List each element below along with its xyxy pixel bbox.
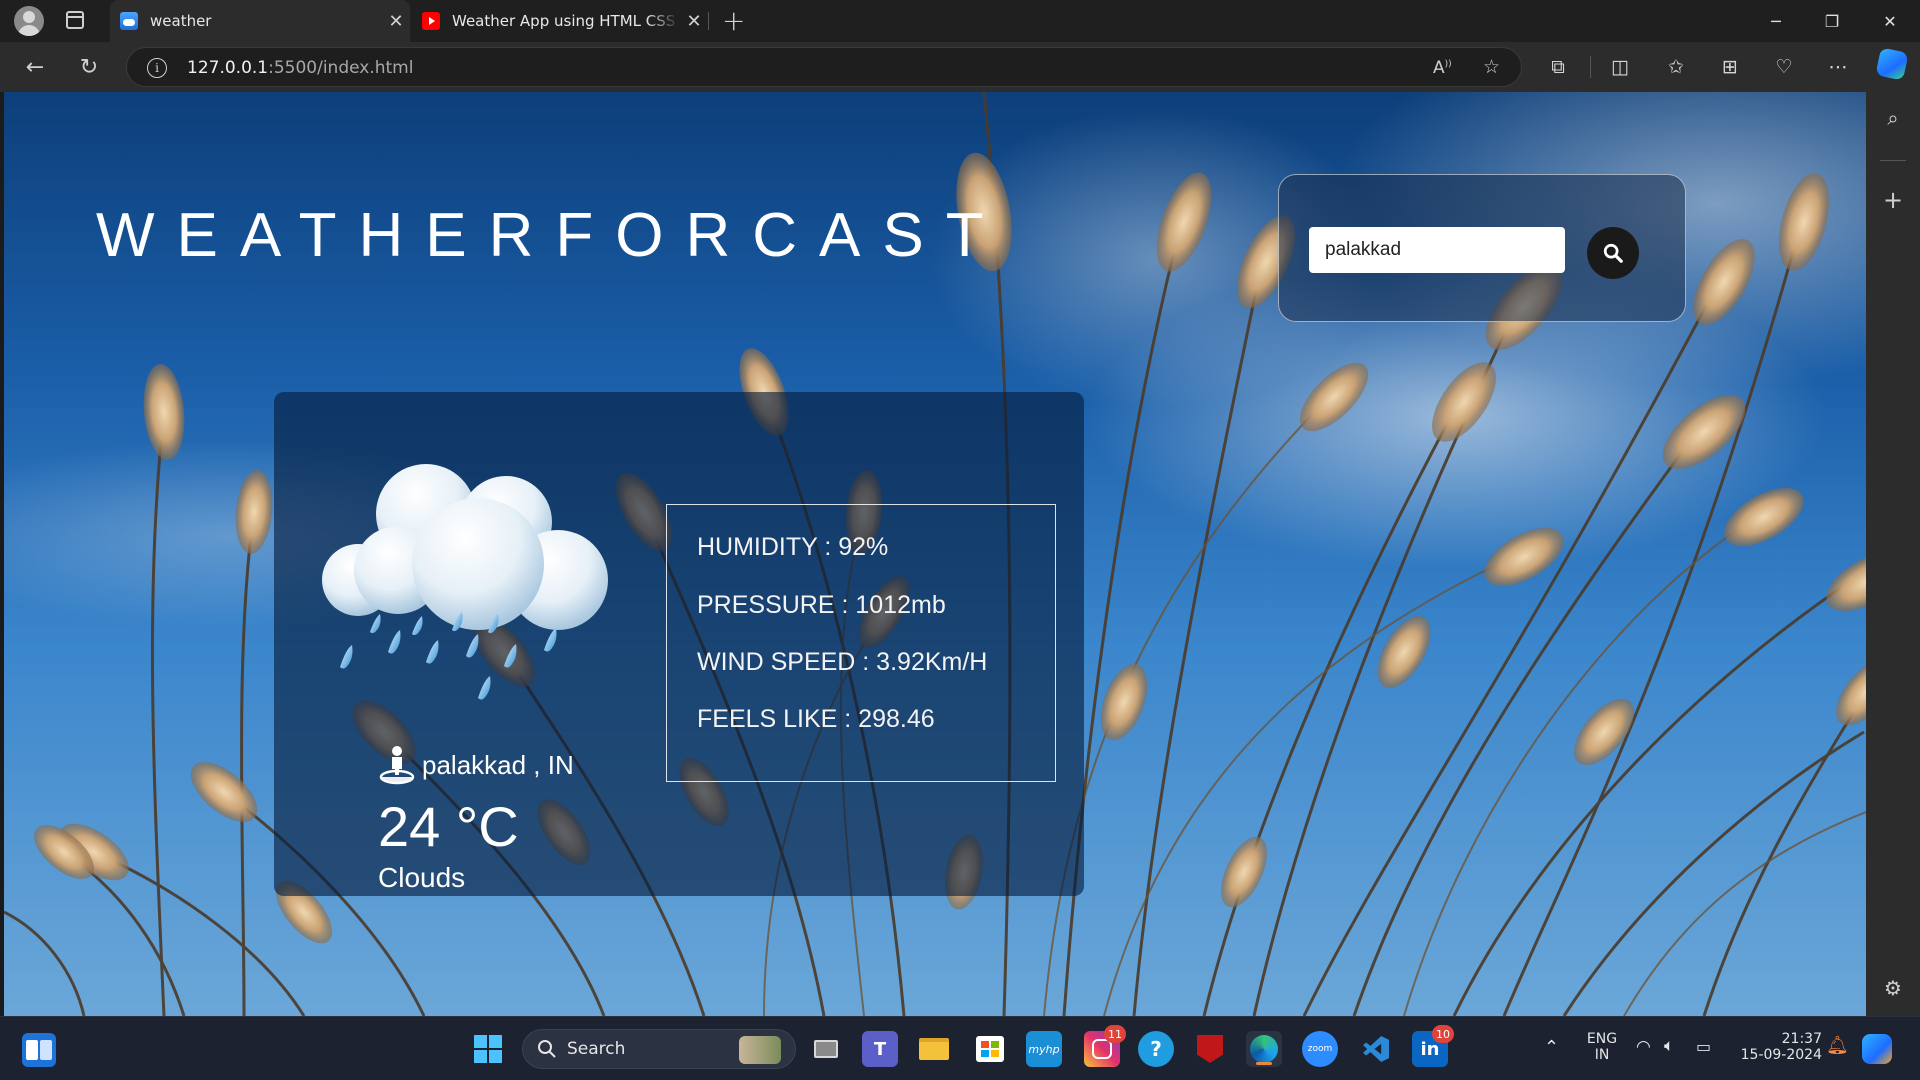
more-menu-icon[interactable]: ⋯ [1824,53,1852,81]
back-button[interactable]: ← [20,52,50,82]
show-hidden-icons-icon[interactable]: ⌃ [1544,1037,1559,1058]
browser-tab-strip: weather ✕ Weather App using HTML CSS and… [0,0,1920,42]
restore-button[interactable]: ❐ [1804,0,1860,42]
volume-icon[interactable]: 🔈︎ [1664,1036,1674,1056]
temperature-value: 24 °C [378,795,519,858]
search-card [1278,174,1686,322]
clock[interactable]: 21:37 15-09-2024 [1732,1031,1822,1063]
rain-cloud-icon [322,464,608,700]
site-info-icon[interactable]: i [147,58,167,78]
youtube-icon [422,12,440,30]
clock-date: 15-09-2024 [1740,1047,1822,1063]
url-text[interactable]: 127.0.0.1:5500/index.html [187,58,413,78]
search-icon [1603,243,1623,263]
edge-icon[interactable] [1246,1031,1282,1067]
location-label: palakkad , IN [378,744,574,786]
person-pin-icon [379,746,415,785]
vscode-icon[interactable] [1358,1031,1394,1067]
tab-weather[interactable]: weather ✕ [110,0,410,42]
new-tab-button[interactable]: + [722,4,745,37]
windows-taskbar: Search T myhp 11 ? zoom in 10 ⌃ ENG IN ◠… [0,1016,1920,1080]
mcafee-icon[interactable] [1192,1031,1228,1067]
file-explorer-icon[interactable] [916,1031,952,1067]
weather-card: palakkad , IN 24 °C Clouds HUMIDITY : 92… [274,392,1084,896]
pressure-value: PRESSURE : 1012mb [697,591,946,619]
city-search-input[interactable] [1309,227,1565,273]
location-text: palakkad , IN [422,749,574,780]
weather-cloud-icon [120,12,138,30]
collections-icon[interactable]: ⊞ [1716,53,1744,81]
wifi-icon[interactable]: ◠ [1636,1037,1651,1057]
task-view-icon[interactable] [808,1031,844,1067]
feels-like-value: FEELS LIKE : 298.46 [697,705,935,733]
search-icon [538,1040,556,1058]
close-tab-icon[interactable]: ✕ [382,11,410,32]
refresh-button[interactable]: ↻ [74,52,104,82]
extensions-icon[interactable]: ⧉ [1544,53,1572,81]
sidebar-settings-icon[interactable]: ⚙ [1866,976,1920,1000]
sidebar-divider [1880,160,1906,161]
humidity-value: HUMIDITY : 92% [697,533,889,561]
copilot-taskbar-icon[interactable] [1862,1034,1892,1064]
running-indicator [1256,1062,1272,1065]
favorites-icon[interactable]: ✩ [1662,53,1690,81]
sidebar-search-icon[interactable]: ⌕ [1866,106,1920,130]
tab-divider [708,12,709,30]
taskbar-search-box[interactable]: Search [522,1029,796,1069]
tab-actions-icon[interactable] [66,11,84,29]
battery-icon[interactable]: ▭ [1696,1037,1711,1056]
favorite-star-icon[interactable]: ☆ [1483,56,1500,78]
tab-youtube[interactable]: Weather App using HTML CSS and JavaScrip… [412,0,708,42]
browser-essentials-icon[interactable]: ♡ [1770,53,1798,81]
start-menu-icon[interactable] [470,1031,506,1067]
weather-details-box: HUMIDITY : 92% PRESSURE : 1012mb WIND SP… [666,504,1056,782]
get-help-icon[interactable]: ? [1138,1031,1174,1067]
clock-time: 21:37 [1781,1031,1822,1047]
profile-avatar-icon[interactable] [14,6,44,36]
page-title: WEATHERFORCAST [96,201,1006,270]
browser-sidebar: ⌕ + ⚙ [1866,92,1920,1016]
taskbar-search-label: Search [567,1039,626,1059]
close-tab-icon[interactable]: ✕ [680,11,708,32]
zoom-icon[interactable]: zoom [1302,1031,1338,1067]
wind-speed-value: WIND SPEED : 3.92Km/H [697,648,988,676]
notification-bell-icon[interactable]: 🔔︎ [1826,1035,1849,1056]
search-highlight-icon [739,1036,781,1064]
instagram-icon[interactable]: 11 [1084,1025,1126,1067]
close-window-button[interactable]: ✕ [1862,0,1918,42]
tab-title: Weather App using HTML CSS and JavaScrip… [452,12,680,30]
weather-condition: Clouds [378,862,466,893]
myhp-icon[interactable]: myhp [1026,1031,1062,1067]
minimize-button[interactable]: ─ [1748,0,1804,42]
read-aloud-icon[interactable]: A)) [1433,58,1452,78]
teams-icon[interactable]: T [862,1031,898,1067]
address-bar[interactable]: i 127.0.0.1:5500/index.html A)) ☆ [126,47,1522,87]
language-indicator[interactable]: ENG IN [1584,1031,1620,1063]
web-page: WEATHERFORCAST palakkad palakkad , IN 24… [4,92,1866,1016]
microsoft-store-icon[interactable] [972,1031,1008,1067]
linkedin-badge: 10 [1432,1025,1454,1043]
search-button[interactable] [1587,227,1639,279]
widgets-icon[interactable] [22,1033,56,1067]
browser-toolbar: ← ↻ i 127.0.0.1:5500/index.html A)) ☆ ⧉ … [0,42,1920,92]
toolbar-divider [1590,56,1591,78]
split-screen-icon[interactable]: ◫ [1606,53,1634,81]
sidebar-add-icon[interactable]: + [1866,186,1920,214]
instagram-badge: 11 [1104,1025,1126,1043]
linkedin-icon[interactable]: in 10 [1412,1025,1454,1067]
tab-title: weather [150,12,212,30]
